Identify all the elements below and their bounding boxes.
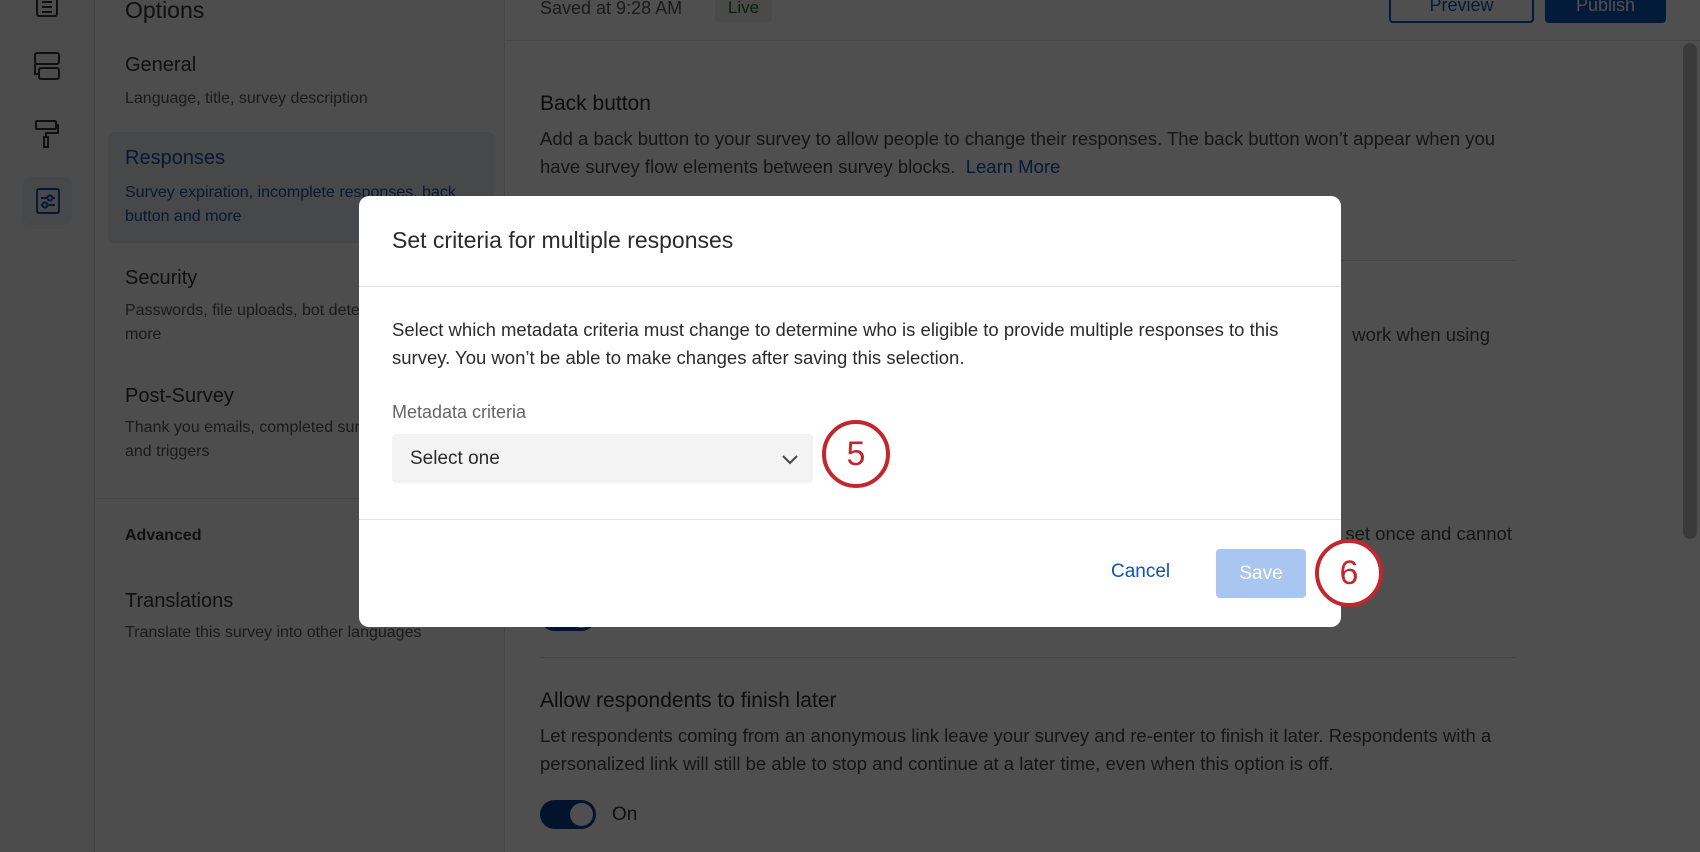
step-callout-5: 5: [822, 420, 890, 488]
preview-button[interactable]: Preview: [1389, 0, 1534, 23]
top-header: Saved at 9:28 AM Live Preview Publish: [505, 0, 1700, 41]
paint-roller-icon[interactable]: [27, 114, 67, 154]
metadata-criteria-select[interactable]: Select one: [392, 434, 813, 483]
finish-later-toggle[interactable]: [540, 800, 596, 829]
finish-later-desc: Let respondents coming from an anonymous…: [540, 722, 1520, 778]
select-value: Select one: [410, 448, 500, 470]
back-button-desc: Add a back button to your survey to allo…: [540, 125, 1520, 181]
survey-icon[interactable]: [27, 0, 67, 26]
survey-options-icon[interactable]: [23, 177, 72, 225]
publish-button[interactable]: Publish: [1545, 0, 1666, 23]
learn-more-link[interactable]: Learn More: [966, 156, 1061, 177]
sidebar-item-label: Security: [125, 267, 197, 290]
workflow-icon[interactable]: [27, 46, 67, 86]
scrollbar[interactable]: [1683, 43, 1697, 539]
back-button-title: Back button: [540, 92, 651, 116]
options-title: Options: [125, 0, 204, 24]
criteria-modal: Set criteria for multiple responses Sele…: [359, 196, 1341, 627]
sidebar-item-label: Post-Survey: [125, 385, 234, 408]
modal-body: Select which metadata criteria must chan…: [392, 316, 1312, 372]
modal-divider: [359, 519, 1341, 520]
field-label: Metadata criteria: [392, 402, 526, 423]
section-divider: [540, 657, 1516, 658]
sidebar-item-label: Responses: [125, 147, 225, 170]
status-badge: Live: [715, 0, 772, 22]
chevron-down-icon: [782, 452, 798, 470]
icon-rail: [0, 0, 95, 852]
sidebar-item-desc: Language, title, survey description: [125, 87, 470, 111]
modal-title: Set criteria for multiple responses: [392, 227, 733, 254]
sidebar-item-label: General: [125, 54, 196, 77]
advanced-heading: Advanced: [125, 527, 201, 545]
save-button[interactable]: Save: [1216, 549, 1306, 598]
toggle-label: On: [612, 804, 637, 826]
step-callout-6: 6: [1315, 539, 1383, 607]
saved-status: Saved at 9:28 AM: [540, 0, 682, 19]
cancel-button[interactable]: Cancel: [1111, 561, 1170, 583]
modal-divider: [359, 286, 1341, 287]
sidebar-item-label: Translations: [125, 590, 233, 613]
finish-later-title: Allow respondents to finish later: [540, 689, 837, 713]
